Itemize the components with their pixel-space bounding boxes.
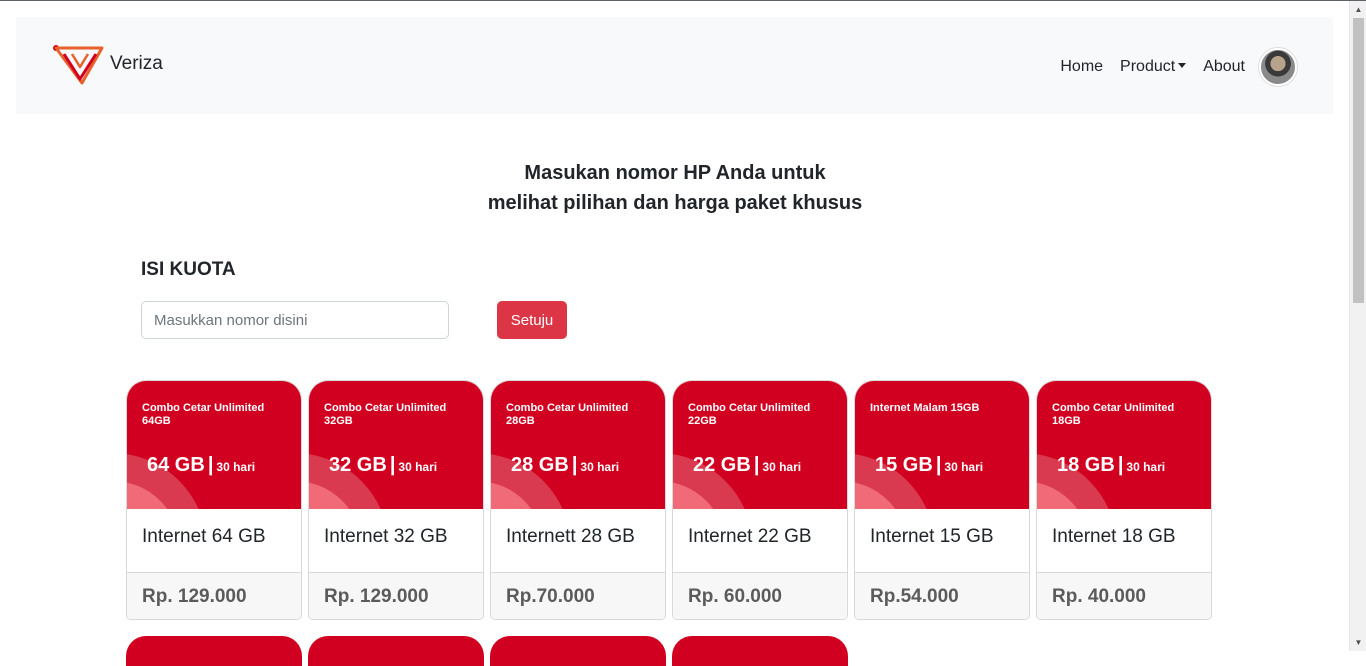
card-size: 28 GB [511, 454, 569, 476]
card-package-name: Combo Cetar Unlimited 28GB [506, 402, 629, 427]
card-package-name: Combo Cetar Unlimited 32GB [324, 402, 447, 427]
card-separator: | [571, 454, 578, 476]
page-headline: Masukan nomor HP Anda untuk melihat pili… [0, 158, 1350, 218]
card-separator: | [207, 454, 214, 476]
card-title: Internet 22 GB [673, 509, 847, 573]
card-quota: 22 GB | 30 hari [693, 454, 801, 477]
card-quota: 15 GB | 30 hari [875, 454, 983, 477]
card-duration: 30 hari [216, 460, 256, 474]
caret-down-icon [1178, 63, 1187, 69]
brand[interactable]: Veriza [52, 45, 163, 87]
section-title: ISI KUOTA [141, 259, 236, 280]
package-card[interactable] [672, 636, 848, 666]
card-title: Internet 18 GB [1037, 509, 1211, 573]
card-package-name: Combo Cetar Unlimited 64GB [142, 402, 265, 427]
card-size: 15 GB [875, 454, 933, 476]
card-separator: | [389, 454, 396, 476]
package-card[interactable] [490, 636, 666, 666]
phone-number-input[interactable] [141, 301, 449, 339]
vertical-scrollbar[interactable]: ▲ ▼ [1349, 1, 1366, 651]
card-banner: Combo Cetar Unlimited 32GB 32 GB | 30 hari [309, 381, 483, 509]
package-card[interactable]: Combo Cetar Unlimited 64GB 64 GB | 30 hari… [126, 380, 302, 620]
card-title: Internett 28 GB [491, 509, 665, 573]
card-title: Internet 15 GB [855, 509, 1029, 573]
card-size: 22 GB [693, 454, 751, 476]
card-price: Rp. 129.000 [309, 573, 483, 619]
card-size: 64 GB [147, 454, 205, 476]
card-duration: 30 hari [762, 460, 802, 474]
card-separator: | [1117, 454, 1124, 476]
card-package-name: Internet Malam 15GB [870, 402, 980, 414]
card-quota: 18 GB | 30 hari [1057, 454, 1165, 477]
package-card[interactable] [126, 636, 302, 666]
package-card[interactable]: Combo Cetar Unlimited 22GB 22 GB | 30 hari… [672, 380, 848, 620]
user-avatar[interactable] [1259, 48, 1297, 86]
headline-line-2: melihat pilihan dan harga paket khusus [487, 192, 863, 214]
package-card[interactable]: Combo Cetar Unlimited 18GB 18 GB | 30 hari… [1036, 380, 1212, 620]
card-duration: 30 hari [944, 460, 984, 474]
nav-product-label: Product [1120, 58, 1176, 75]
card-price: Rp. 129.000 [127, 573, 301, 619]
scrollbar-thumb[interactable] [1353, 18, 1364, 303]
package-card[interactable]: Internet Malam 15GB 15 GB | 30 hari Intern… [854, 380, 1030, 620]
card-banner: Combo Cetar Unlimited 18GB 18 GB | 30 hari [1037, 381, 1211, 509]
nav-home-link[interactable]: Home [1060, 58, 1103, 76]
package-card[interactable]: Combo Cetar Unlimited 28GB 28 GB | 30 hari… [490, 380, 666, 620]
card-quota: 32 GB | 30 hari [329, 454, 437, 477]
card-title: Internet 64 GB [127, 509, 301, 573]
card-duration: 30 hari [398, 460, 438, 474]
nav-product-dropdown[interactable]: Product [1120, 58, 1187, 76]
card-duration: 30 hari [1126, 460, 1166, 474]
card-separator: | [935, 454, 942, 476]
veriza-logo-icon [53, 45, 104, 85]
scroll-up-icon[interactable]: ▲ [1350, 1, 1366, 18]
card-quota: 28 GB | 30 hari [511, 454, 619, 477]
package-card[interactable]: Combo Cetar Unlimited 32GB 32 GB | 30 hari… [308, 380, 484, 620]
nav-about-link[interactable]: About [1203, 58, 1245, 76]
scroll-down-icon[interactable]: ▼ [1350, 634, 1366, 651]
card-title: Internet 32 GB [309, 509, 483, 573]
card-banner: Combo Cetar Unlimited 22GB 22 GB | 30 hari [673, 381, 847, 509]
card-price: Rp. 60.000 [673, 573, 847, 619]
card-size: 18 GB [1057, 454, 1115, 476]
card-size: 32 GB [329, 454, 387, 476]
card-price: Rp. 40.000 [1037, 573, 1211, 619]
submit-button[interactable]: Setuju [497, 301, 567, 339]
card-separator: | [753, 454, 760, 476]
nav-menu: Home Product About [1043, 48, 1297, 86]
card-banner: Combo Cetar Unlimited 28GB 28 GB | 30 hari [491, 381, 665, 509]
card-price: Rp.70.000 [491, 573, 665, 619]
headline-line-1: Masukan nomor HP Anda untuk [524, 162, 826, 184]
card-duration: 30 hari [580, 460, 620, 474]
card-price: Rp.54.000 [855, 573, 1029, 619]
navbar: Veriza Home Product About [16, 17, 1333, 114]
card-package-name: Combo Cetar Unlimited 18GB [1052, 402, 1175, 427]
package-card[interactable] [308, 636, 484, 666]
card-banner: Internet Malam 15GB 15 GB | 30 hari [855, 381, 1029, 509]
card-quota: 64 GB | 30 hari [147, 454, 255, 477]
card-package-name: Combo Cetar Unlimited 22GB [688, 402, 811, 427]
card-banner: Combo Cetar Unlimited 64GB 64 GB | 30 hari [127, 381, 301, 509]
package-card-list: Combo Cetar Unlimited 64GB 64 GB | 30 hari… [126, 380, 1218, 620]
brand-name: Veriza [110, 53, 163, 74]
package-card-list-row-2 [126, 636, 854, 666]
window-top-border [0, 0, 1366, 1]
